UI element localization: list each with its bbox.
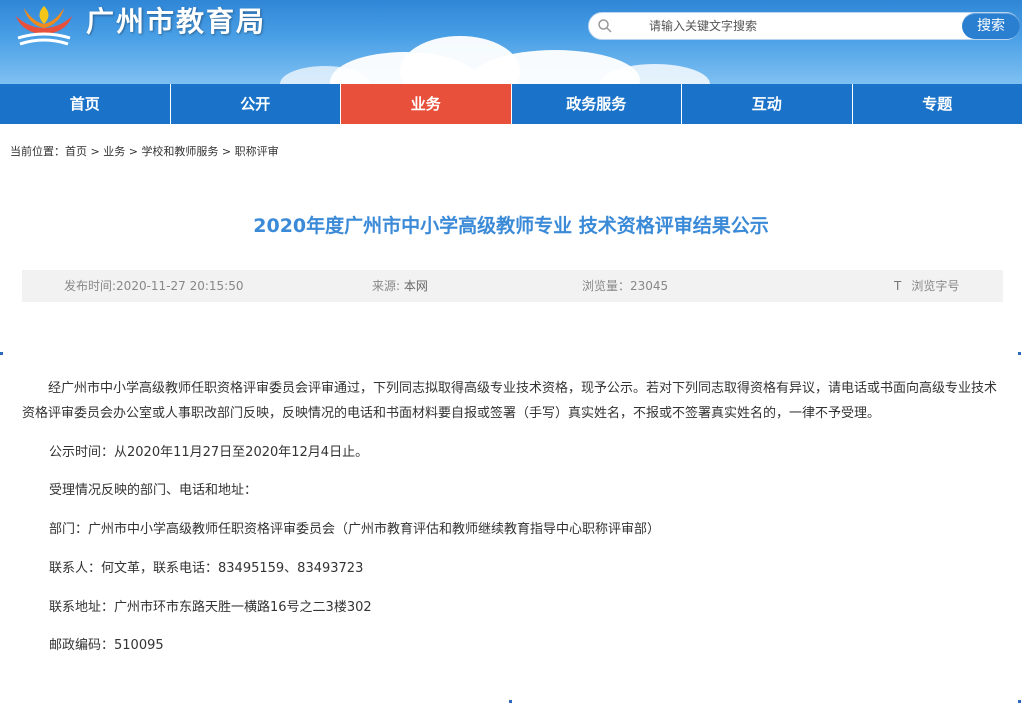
search-box[interactable] (588, 12, 1020, 40)
article-paragraph: 邮政编码：510095 (49, 638, 164, 653)
view-count: 浏览量：23045 (582, 279, 669, 293)
site-header: 广州市教育局 搜索 (0, 0, 1022, 84)
edge-marker (509, 700, 512, 703)
nav-item-interaction[interactable]: 互动 (682, 84, 853, 124)
source-value: 本网 (403, 279, 428, 293)
breadcrumb-separator: > (87, 145, 104, 158)
article-paragraph: 经广州市中小学高级教师任职资格评审委员会评审通过，下列同志拟取得高级专业技术资格… (22, 381, 998, 421)
source-label: 来源: (372, 279, 404, 293)
nav-item-public[interactable]: 公开 (171, 84, 341, 124)
search-button[interactable]: 搜索 (962, 13, 1020, 39)
font-size-control[interactable]: T 浏览字号 (894, 270, 959, 302)
nav-item-services[interactable]: 政务服务 (512, 84, 682, 124)
breadcrumb: 当前位置：首页 > 业务 > 学校和教师服务 > 职称评审 (10, 143, 279, 161)
edge-marker (1018, 352, 1021, 355)
breadcrumb-prefix: 当前位置： (10, 145, 65, 158)
search-icon (598, 19, 612, 33)
article-paragraph: 受理情况反映的部门、电话和地址： (49, 483, 258, 498)
nav-item-topics[interactable]: 专题 (853, 84, 1022, 124)
nav-item-business[interactable]: 业务 (341, 84, 512, 124)
site-logo[interactable] (12, 2, 76, 50)
font-size-label[interactable]: 浏览字号 (911, 279, 959, 293)
article-paragraph: 部门：广州市中小学高级教师任职资格评审委员会（广州市教育评估和教师继续教育指导中… (49, 522, 661, 537)
article-paragraph: 公示时间：从2020年11月27日至2020年12月4日止。 (49, 445, 369, 460)
breadcrumb-link-business[interactable]: 业务 (103, 145, 125, 158)
main-nav: 首页 公开 业务 政务服务 互动 专题 (0, 84, 1022, 124)
logo-icon (16, 6, 72, 46)
article-source: 来源: 本网 (372, 270, 428, 302)
breadcrumb-separator: > (218, 145, 235, 158)
breadcrumb-separator: > (125, 145, 142, 158)
publish-date: 发布时间:2020-11-27 20:15:50 (64, 279, 244, 293)
article-title: 2020年度广州市中小学高级教师专业 技术资格评审结果公示 (253, 215, 769, 237)
breadcrumb-link-school-teacher-service[interactable]: 学校和教师服务 (141, 145, 218, 158)
article-body: 经广州市中小学高级教师任职资格评审委员会评审通过，下列同志拟取得高级专业技术资格… (22, 376, 1003, 438)
edge-marker (0, 352, 3, 355)
breadcrumb-link-title-review[interactable]: 职称评审 (235, 145, 279, 158)
edge-marker (1018, 700, 1021, 703)
article-meta-bar: 发布时间:2020-11-27 20:15:50 来源: 本网 浏览量：2304… (22, 270, 1003, 302)
search-input[interactable] (649, 16, 949, 36)
font-size-icon: T (894, 279, 902, 293)
article-paragraph: 联系地址：广州市环市东路天胜一横路16号之二3楼302 (49, 600, 372, 615)
site-title[interactable]: 广州市教育局 (86, 2, 266, 42)
article-paragraph: 联系人：何文革，联系电话：83495159、83493723 (49, 561, 364, 576)
nav-item-home[interactable]: 首页 (0, 84, 171, 124)
breadcrumb-link-home[interactable]: 首页 (65, 145, 87, 158)
